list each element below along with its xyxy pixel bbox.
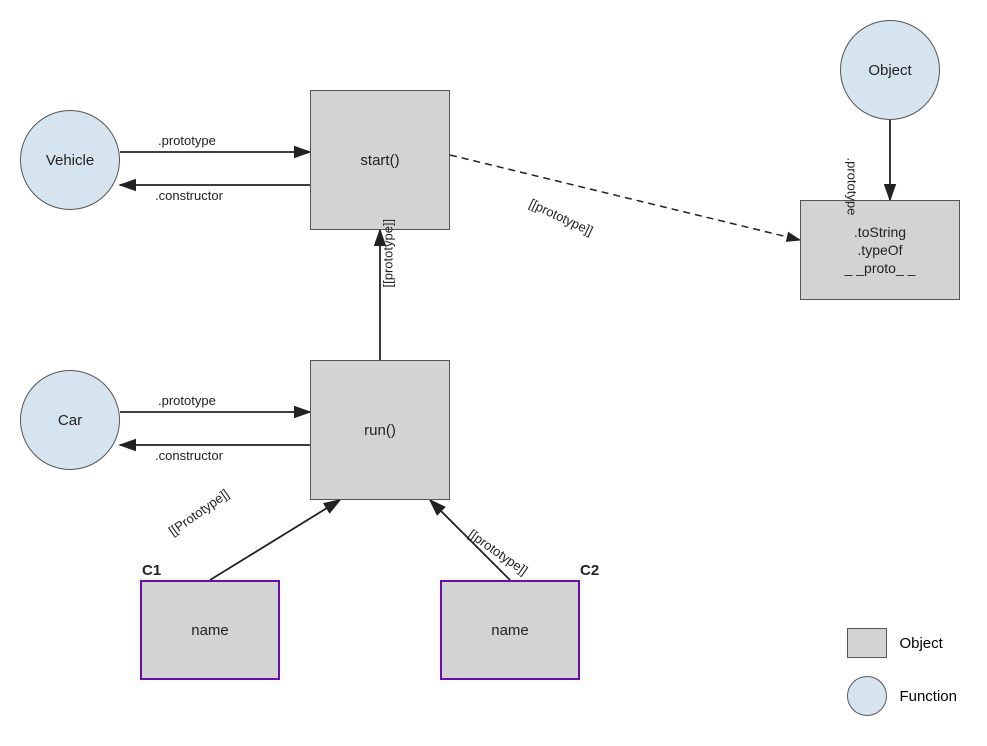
car-node: Car — [20, 370, 120, 470]
vehicle-prototype-label: .prototype — [158, 133, 216, 148]
c1-node: name — [140, 580, 280, 680]
c1-prototype-arrow — [210, 500, 340, 580]
c1-label: C1 — [142, 562, 161, 579]
diagram: Vehicle Car Object start() run() .toStri… — [0, 0, 987, 746]
dashed-prototype-label: [[prototype]] — [527, 196, 596, 239]
obj-proto: _ _proto_ _ — [845, 260, 916, 276]
legend-function-item: Function — [847, 676, 957, 716]
car-prototype-label: .prototype — [158, 393, 216, 408]
object-circle-node: Object — [840, 20, 940, 120]
run-label: run() — [364, 422, 396, 439]
obj-methods-node: .toString .typeOf _ _proto_ _ — [800, 200, 960, 300]
c1-name-label: name — [191, 622, 229, 639]
car-label: Car — [58, 412, 82, 429]
vehicle-node: Vehicle — [20, 110, 120, 210]
c2-label: C2 — [580, 562, 599, 579]
obj-tostring: .toString — [854, 224, 906, 240]
legend-object-item: Object — [847, 628, 957, 658]
legend: Object Function — [847, 628, 957, 716]
c1-prototype-label: [[Prototype]] — [166, 486, 232, 538]
c2-name-label: name — [491, 622, 529, 639]
start-label: start() — [360, 152, 399, 169]
car-constructor-label: .constructor — [155, 448, 223, 463]
object-prototype-label: .prototype — [845, 158, 860, 216]
start-to-objmethods-dashed — [450, 155, 800, 240]
object-circle-label: Object — [868, 62, 911, 79]
run-start-prototype-label: [[prototype]] — [381, 219, 396, 288]
legend-object-icon — [847, 628, 887, 658]
c2-prototype-label: [[prototype]] — [466, 526, 531, 578]
vehicle-label: Vehicle — [46, 152, 94, 169]
c2-node: name — [440, 580, 580, 680]
legend-function-label: Function — [899, 688, 957, 705]
run-node: run() — [310, 360, 450, 500]
legend-function-icon — [847, 676, 887, 716]
vehicle-constructor-label: .constructor — [155, 188, 223, 203]
start-node: start() — [310, 90, 450, 230]
obj-typeof: .typeOf — [857, 242, 902, 258]
legend-object-label: Object — [899, 635, 942, 652]
